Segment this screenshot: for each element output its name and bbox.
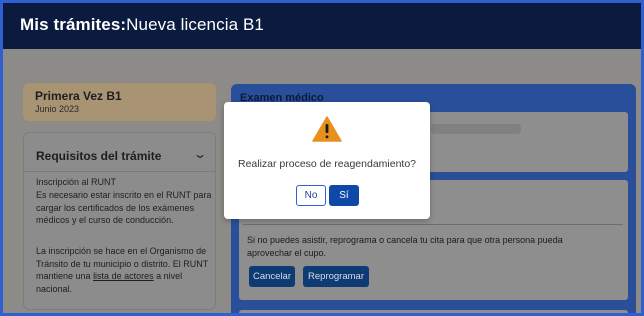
page-title-prefix: Mis trámites: [20, 15, 127, 34]
page-title: Mis trámites:Nueva licencia B1 [20, 15, 264, 35]
confirm-dialog: Realizar proceso de reagendamiento? No S… [224, 102, 430, 219]
chevron-down-icon[interactable]: ⌄ [193, 147, 207, 161]
requirements-card: Requisitos del trámite ⌄ Inscripción al … [23, 132, 216, 310]
next-section-box [239, 310, 628, 313]
obscured-text [431, 124, 521, 134]
requirements-subheading: Inscripción al RUNT [36, 177, 117, 187]
cancel-button[interactable]: Cancelar [249, 266, 295, 287]
requirements-paragraph-1: Es necesario estar inscrito en el RUNT p… [36, 190, 212, 226]
requirements-heading: Requisitos del trámite [36, 149, 162, 163]
dialog-message: Realizar proceso de reagendamiento? [237, 158, 417, 170]
divider [24, 171, 215, 172]
requirements-paragraph-2: La inscripción se hace en el Organismo d… [36, 245, 214, 295]
page-title-main: Nueva licencia B1 [126, 15, 264, 34]
license-date: Junio 2023 [35, 104, 80, 114]
license-name: Primera Vez B1 [35, 89, 122, 103]
header: Mis trámites:Nueva licencia B1 [3, 3, 641, 49]
yes-button[interactable]: Sí [329, 185, 359, 206]
app-frame: Mis trámites:Nueva licencia B1 Primera V… [0, 0, 644, 316]
reschedule-info-text: Si no puedes asistir, reprograma o cance… [247, 235, 563, 258]
no-button[interactable]: No [296, 185, 326, 206]
actors-list-link[interactable]: lista de actores [93, 271, 154, 281]
divider [243, 224, 623, 225]
reschedule-button[interactable]: Reprogramar [303, 266, 369, 287]
license-card[interactable]: Primera Vez B1 Junio 2023 [23, 83, 216, 121]
warning-icon [312, 116, 342, 142]
